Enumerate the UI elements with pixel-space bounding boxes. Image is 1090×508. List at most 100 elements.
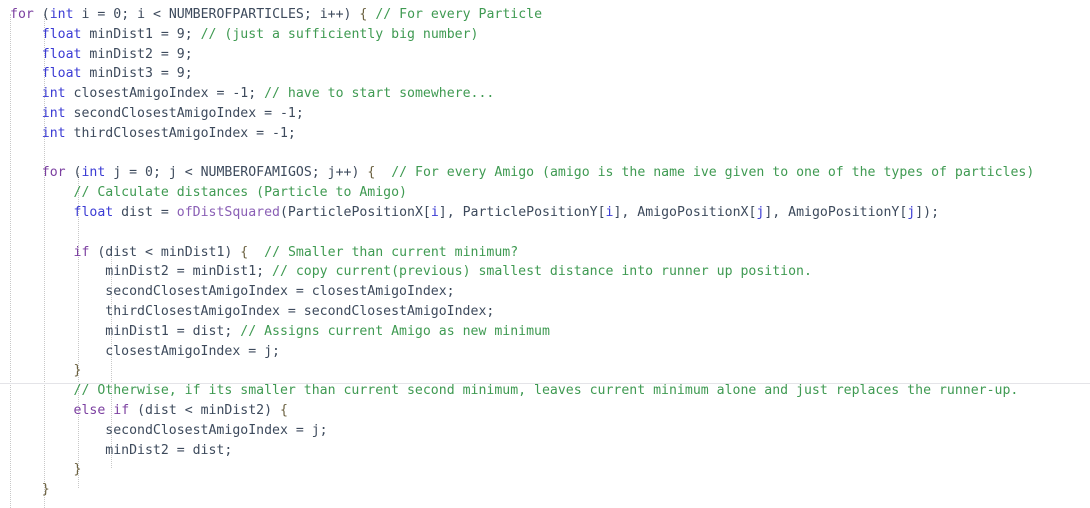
token-id: ], AmigoPositionY[ [764, 204, 908, 220]
code-line[interactable] [0, 223, 1090, 243]
token-id: secondClosestAmigoIndex = j; [105, 422, 328, 438]
token-fn: ofDistSquared [176, 204, 280, 220]
token-cmt: // have to start somewhere... [264, 86, 495, 102]
token-id: ]); [915, 204, 940, 220]
token-id: ; i < NUMBEROFPARTICLES; i++) [121, 7, 360, 22]
code-line[interactable]: else if (dist < minDist2) { [0, 401, 1090, 421]
token-typ: int [41, 86, 66, 102]
code-line[interactable]: float dist = ofDistSquared(ParticlePosit… [0, 203, 1090, 223]
token-typ: float [41, 66, 82, 82]
code-line[interactable]: float minDist1 = 9; // (just a sufficien… [0, 25, 1090, 45]
token-num: 1 [287, 105, 296, 121]
code-line[interactable]: // Calculate distances (Particle to Amig… [0, 183, 1090, 203]
token-cmt: // copy current(previous) smallest dista… [272, 264, 812, 280]
code-line[interactable]: minDist2 = dist; [0, 441, 1090, 461]
token-op: ( [41, 7, 50, 22]
token-id: ; [287, 125, 296, 141]
token-id: dist = [113, 204, 177, 220]
code-line[interactable]: } [0, 361, 1090, 381]
token-id: thirdClosestAmigoIndex = secondClosestAm… [105, 303, 495, 319]
code-line[interactable]: for (int j = 0; j < NUMBEROFAMIGOS; j++)… [0, 163, 1090, 183]
token-br: } [73, 462, 82, 478]
token-br: } [73, 363, 82, 379]
token-id: ; [184, 26, 201, 42]
token-id: minDist1 = dist; [105, 323, 241, 339]
token-op [34, 7, 42, 22]
token-id: ; [184, 46, 193, 62]
code-line[interactable]: for (int i = 0; i < NUMBEROFPARTICLES; i… [0, 5, 1090, 25]
code-line[interactable]: float minDist3 = 9; [0, 64, 1090, 84]
token-kw: for [10, 7, 34, 22]
code-line[interactable]: secondClosestAmigoIndex = j; [0, 421, 1090, 441]
token-num: 9 [176, 26, 185, 42]
token-kw: for [41, 165, 66, 181]
code-line[interactable]: minDist1 = dist; // Assigns current Amig… [0, 322, 1090, 342]
token-op [375, 165, 391, 180]
token-num: 1 [279, 125, 288, 141]
token-cmt: // For every Amigo (amigo is the name iv… [391, 165, 1035, 181]
token-cmt: // Calculate distances (Particle to Amig… [73, 185, 407, 201]
token-id: ; j < NUMBEROFAMIGOS; j++) [152, 165, 368, 181]
code-line[interactable]: } [0, 480, 1090, 500]
token-typ: float [41, 46, 82, 62]
code-line[interactable]: secondClosestAmigoIndex = closestAmigoIn… [0, 282, 1090, 302]
token-id: closestAmigoIndex = j; [105, 343, 280, 359]
token-typ: int [81, 165, 106, 181]
token-id: minDist2 = dist; [105, 442, 233, 458]
token-id: ; [248, 86, 265, 102]
token-typ: int [41, 105, 66, 121]
token-typ: float [73, 204, 114, 220]
code-editor-view[interactable]: for (int i = 0; i < NUMBEROFPARTICLES; i… [0, 0, 1090, 508]
token-id: ; [184, 66, 193, 82]
token-idx: i [430, 204, 439, 220]
token-op [248, 245, 264, 260]
token-id: (dist < minDist1) [89, 244, 241, 260]
code-line[interactable]: int thirdClosestAmigoIndex = -1; [0, 124, 1090, 144]
token-id: (dist < minDist2) [129, 402, 280, 418]
token-id: secondClosestAmigoIndex = - [65, 105, 288, 121]
token-id: minDist2 = [81, 46, 177, 62]
code-line[interactable] [0, 144, 1090, 164]
token-id: ], ParticlePositionY[ [438, 204, 606, 220]
token-typ: int [49, 7, 74, 22]
token-typ: float [41, 26, 82, 42]
code-line[interactable]: int closestAmigoIndex = -1; // have to s… [0, 84, 1090, 104]
code-line[interactable]: thirdClosestAmigoIndex = secondClosestAm… [0, 302, 1090, 322]
code-line[interactable]: if (dist < minDist1) { // Smaller than c… [0, 243, 1090, 263]
token-kw: if [113, 402, 130, 418]
token-id: closestAmigoIndex = - [65, 86, 241, 102]
code-line[interactable]: float minDist2 = 9; [0, 45, 1090, 65]
code-line[interactable]: closestAmigoIndex = j; [0, 342, 1090, 362]
code-line[interactable]: int secondClosestAmigoIndex = -1; [0, 104, 1090, 124]
code-line[interactable]: // Otherwise, if its smaller than curren… [0, 381, 1090, 401]
code-line[interactable]: minDist2 = minDist1; // copy current(pre… [0, 262, 1090, 282]
token-op: ( [65, 165, 82, 181]
token-cmt: // Smaller than current minimum? [264, 244, 519, 260]
token-br: { [280, 402, 288, 418]
code-line[interactable]: } [0, 460, 1090, 480]
token-br: } [41, 482, 50, 498]
token-id: minDist2 = minDist1; [105, 264, 273, 280]
token-typ: int [41, 125, 66, 141]
token-id: thirdClosestAmigoIndex = - [65, 125, 280, 141]
token-id: minDist3 = [81, 66, 177, 82]
